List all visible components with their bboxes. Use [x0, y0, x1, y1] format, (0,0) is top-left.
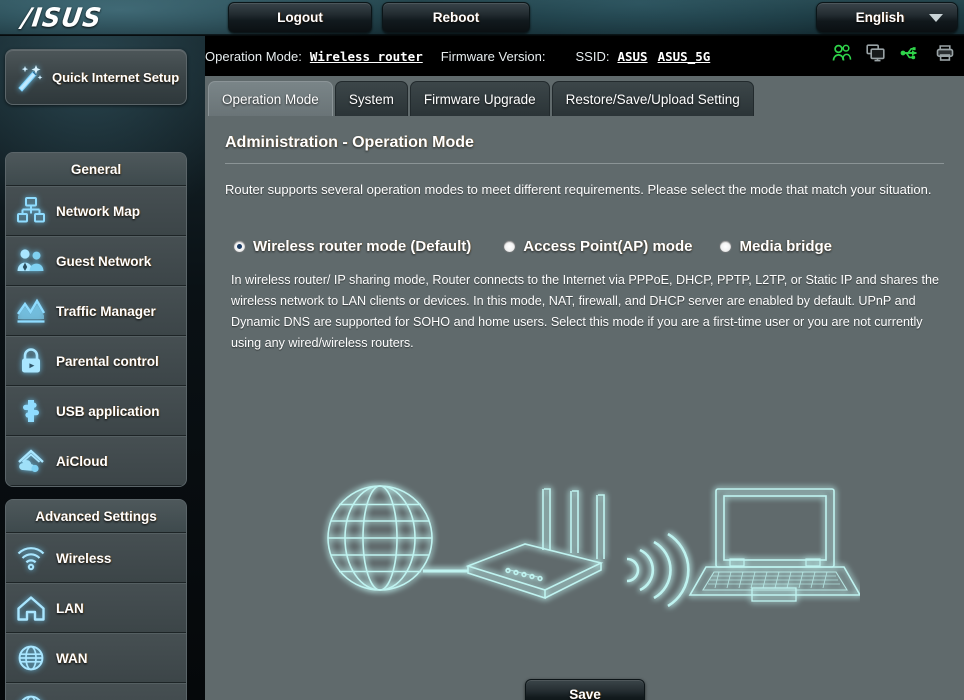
operation-mode-panel: Administration - Operation Mode Router s…: [205, 116, 964, 700]
laptop: [688, 488, 862, 602]
aicloud-icon: [6, 447, 56, 475]
tab-firmware-upgrade[interactable]: Firmware Upgrade: [409, 81, 550, 116]
chevron-down-icon: [929, 13, 943, 22]
sidebar-item-guest-network[interactable]: Guest Network: [6, 236, 186, 286]
sidebar-item-aicloud[interactable]: AiCloud: [6, 436, 186, 486]
main-content: Operation Mode System Firmware Upgrade R…: [205, 76, 964, 700]
save-button[interactable]: Save: [525, 679, 645, 700]
quick-internet-setup-button[interactable]: Quick Internet Setup: [5, 49, 187, 105]
title-divider: [225, 163, 944, 164]
sidebar-item-label: USB application: [56, 403, 160, 419]
magic-wand-icon: [6, 62, 52, 92]
reboot-button[interactable]: Reboot: [382, 2, 530, 33]
router-with-3-antennas: [465, 488, 605, 600]
firmware-version-label: Firmware Version:: [440, 48, 546, 64]
sidebar-item-label: Wireless: [56, 550, 112, 566]
asus-logo: /ISUS: [19, 2, 104, 33]
page-title: Administration - Operation Mode: [225, 134, 474, 151]
sidebar-item-parental-control[interactable]: Parental control: [6, 336, 186, 386]
puzzle-icon: [6, 397, 56, 425]
intro-text: Router supports several operation modes …: [225, 182, 932, 197]
guest-network-icon: [6, 247, 56, 275]
mode-description: In wireless router/ IP sharing mode, Rou…: [231, 273, 939, 350]
sidebar-item-usb-application[interactable]: USB application: [6, 386, 186, 436]
clients-icon[interactable]: [832, 44, 852, 62]
sidebar-item-lan[interactable]: LAN: [6, 583, 186, 633]
sidebar-section-advanced-settings: Advanced Settings Wireless LAN WAN: [5, 499, 187, 700]
ssid-label: SSID:: [575, 48, 610, 64]
sidebar-item-label: Network Map: [56, 203, 141, 219]
language-selector[interactable]: English: [816, 2, 958, 33]
language-label: English: [855, 10, 905, 25]
printer-icon[interactable]: [936, 44, 954, 62]
wireless-router-topology-diagram: [320, 471, 862, 631]
radio-access-point-mode[interactable]: Access Point(AP) mode: [503, 238, 692, 255]
quick-internet-setup-label: Quick Internet Setup: [52, 69, 180, 85]
wifi-icon: [6, 545, 56, 571]
sidebar-item-ipv6[interactable]: IPv6 IPv6: [6, 683, 186, 700]
usb-icon[interactable]: [900, 44, 922, 62]
operation-mode-radio-group: Wireless router mode (Default) Access Po…: [225, 238, 944, 255]
sidebar-item-label: Guest Network: [56, 253, 152, 269]
traffic-manager-icon: [6, 297, 56, 325]
radio-indicator: [719, 240, 733, 253]
sidebar-section-advanced-title: Advanced Settings: [6, 500, 186, 533]
sidebar-item-traffic-manager[interactable]: Traffic Manager: [6, 286, 186, 336]
radio-indicator: [503, 240, 517, 253]
tab-operation-mode[interactable]: Operation Mode: [208, 81, 333, 116]
ipv6-globe-icon: IPv6: [6, 694, 56, 700]
logout-button[interactable]: Logout: [228, 2, 372, 33]
asus-router-admin-page: /ISUS Logout Reboot English Operation Mo…: [0, 0, 964, 700]
radio-label: Media bridge: [739, 238, 832, 255]
lock-icon: [6, 347, 56, 375]
radio-media-bridge-mode[interactable]: Media bridge: [719, 238, 832, 255]
network-map-icon: [6, 197, 56, 225]
sidebar-item-wan[interactable]: WAN: [6, 633, 186, 683]
ssid-link-24g[interactable]: ASUS: [617, 49, 647, 64]
sidebar-item-label: AiCloud: [56, 453, 108, 469]
sidebar-section-general-title: General: [6, 153, 186, 186]
tab-restore-save-upload-setting[interactable]: Restore/Save/Upload Setting: [551, 81, 754, 116]
sidebar-section-general: General Network Map Guest Network Traffi…: [5, 152, 187, 487]
ssid-link-5g[interactable]: ASUS_5G: [658, 49, 711, 64]
operation-mode-value-link[interactable]: Wireless router: [310, 49, 423, 64]
monitor-icon[interactable]: [866, 44, 886, 62]
top-header-bar: /ISUS Logout Reboot English: [0, 0, 964, 36]
sidebar-item-label: Traffic Manager: [56, 303, 156, 319]
sidebar-item-label: Parental control: [56, 353, 159, 369]
tab-bar: Operation Mode System Firmware Upgrade R…: [205, 76, 754, 116]
sidebar-item-wireless[interactable]: Wireless: [6, 533, 186, 583]
wifi-signal-waves: [626, 532, 690, 608]
radio-label: Wireless router mode (Default): [253, 238, 472, 255]
radio-wireless-router-mode[interactable]: Wireless router mode (Default): [233, 238, 471, 255]
radio-label: Access Point(AP) mode: [523, 238, 693, 255]
radio-indicator: [233, 240, 246, 253]
operation-mode-label: Operation Mode:: [205, 48, 302, 64]
sidebar-item-network-map[interactable]: Network Map: [6, 186, 186, 236]
sidebar-item-label: WAN: [56, 650, 88, 666]
house-icon: [6, 595, 56, 622]
tab-system[interactable]: System: [334, 81, 408, 116]
globe-icon: [6, 644, 56, 672]
internet-globe: [327, 485, 433, 591]
sidebar: Quick Internet Setup General Network Map: [0, 36, 205, 700]
sidebar-item-label: LAN: [56, 600, 84, 616]
status-icon-group: [832, 44, 954, 62]
